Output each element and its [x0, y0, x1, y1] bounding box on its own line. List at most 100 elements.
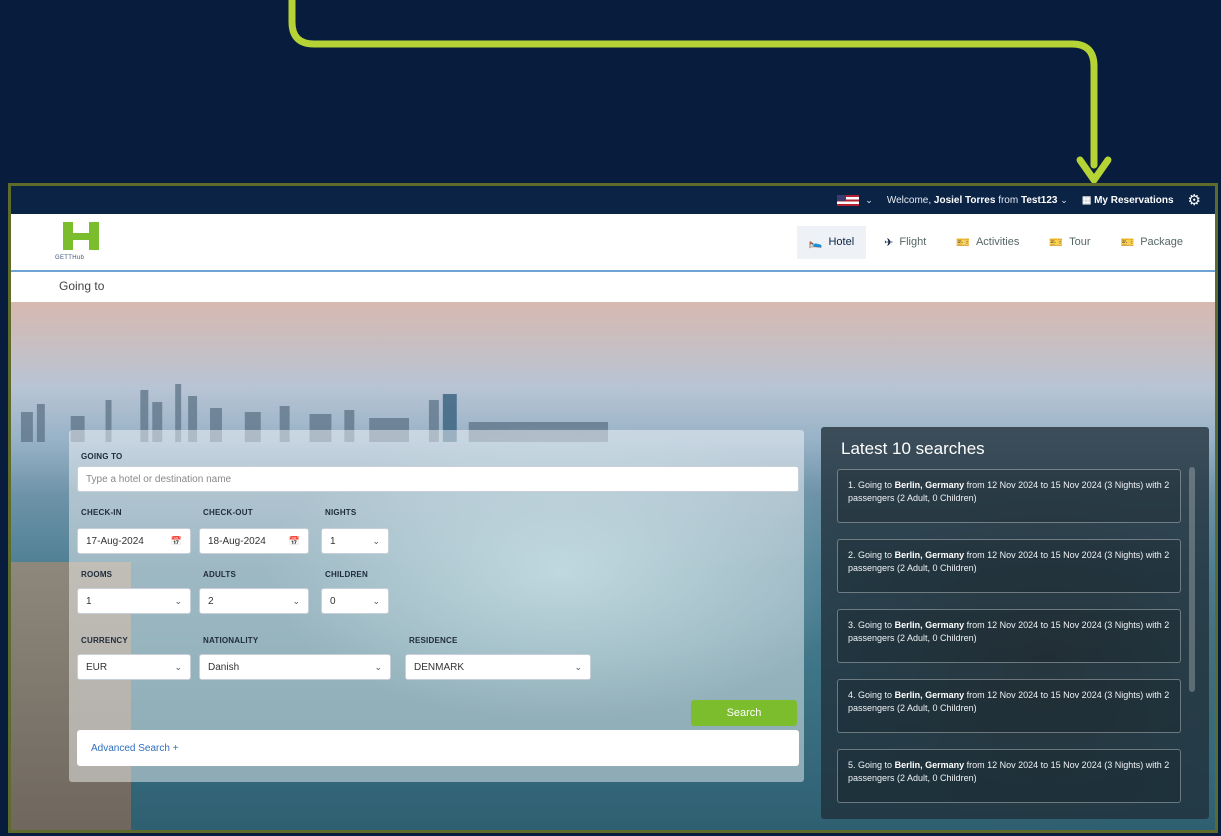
- chevron-down-icon: ⌄: [865, 194, 873, 205]
- site-logo[interactable]: GETTHub: [55, 218, 115, 266]
- item-number: 3.: [848, 620, 856, 630]
- latest-search-item[interactable]: 4. Going to Berlin, Germany from 12 Nov …: [837, 679, 1181, 733]
- advanced-search-link[interactable]: Advanced Search +: [77, 730, 799, 766]
- item-city: Berlin, Germany: [894, 760, 965, 770]
- nights-value: 1: [330, 535, 336, 547]
- item-number: 2.: [848, 550, 856, 560]
- annotation-arrow: [288, 0, 1112, 184]
- currency-select[interactable]: EUR ⌄: [77, 654, 191, 680]
- chevron-down-icon: ⌄: [372, 595, 380, 606]
- latest-search-item[interactable]: 2. Going to Berlin, Germany from 12 Nov …: [837, 539, 1181, 593]
- rooms-select[interactable]: 1 ⌄: [77, 588, 191, 614]
- destination-input[interactable]: Type a hotel or destination name: [77, 466, 799, 492]
- my-reservations-label: My Reservations: [1094, 194, 1174, 206]
- plane-icon: ✈: [884, 236, 894, 249]
- item-number: 5.: [848, 760, 856, 770]
- chevron-down-icon: ⌄: [372, 535, 380, 546]
- nights-select[interactable]: 1 ⌄: [321, 528, 389, 554]
- logo-text: GETTHub: [55, 255, 85, 261]
- nationality-value: Danish: [208, 661, 240, 673]
- item-prefix: Going to: [858, 690, 893, 700]
- item-city: Berlin, Germany: [894, 480, 965, 490]
- nationality-select[interactable]: Danish ⌄: [199, 654, 391, 680]
- search-button[interactable]: Search: [691, 700, 797, 726]
- nights-label: NIGHTS: [325, 508, 357, 517]
- going-to-label: GOING TO: [81, 452, 123, 461]
- chevron-down-icon: ⌄: [174, 661, 182, 672]
- item-prefix: Going to: [858, 480, 893, 490]
- chevron-down-icon: ⌄: [292, 595, 300, 606]
- ticket-icon: 🎫: [1049, 236, 1064, 249]
- tab-activities[interactable]: 🎫 Activities: [944, 226, 1031, 259]
- adults-label: ADULTS: [203, 570, 237, 579]
- adults-value: 2: [208, 595, 214, 607]
- chevron-down-icon: ⌄: [574, 661, 582, 672]
- latest-searches-panel: Latest 10 searches 1. Going to Berlin, G…: [821, 427, 1209, 819]
- company-name: Test123: [1020, 194, 1058, 206]
- adults-select[interactable]: 2 ⌄: [199, 588, 309, 614]
- tab-flight-label: Flight: [899, 236, 927, 248]
- item-prefix: Going to: [858, 620, 893, 630]
- item-city: Berlin, Germany: [894, 690, 965, 700]
- from-text: from: [998, 194, 1019, 206]
- chevron-down-icon: ⌄: [1060, 194, 1068, 205]
- tab-tour-label: Tour: [1069, 236, 1091, 248]
- main-navbar: GETTHub 🛌 Hotel ✈ Flight 🎫 Activities 🎫 …: [11, 214, 1215, 272]
- latest-search-item[interactable]: 1. Going to Berlin, Germany from 12 Nov …: [837, 469, 1181, 523]
- children-label: CHILDREN: [325, 570, 368, 579]
- checkout-label: CHECK-OUT: [203, 508, 253, 517]
- language-selector[interactable]: ⌄: [837, 194, 873, 206]
- residence-select[interactable]: DENMARK ⌄: [405, 654, 591, 680]
- tab-package[interactable]: 🎫 Package: [1108, 226, 1195, 259]
- browser-frame: ⌄ Welcome, Josiel Torres from Test123 ⌄ …: [8, 183, 1218, 833]
- hotel-search-form: GOING TO Type a hotel or destination nam…: [69, 430, 804, 782]
- checkin-date-field[interactable]: 17-Aug-2024 📅: [77, 528, 191, 554]
- item-prefix: Going to: [858, 550, 893, 560]
- tab-hotel-label: Hotel: [828, 236, 855, 248]
- bed-icon: 🛌: [808, 236, 823, 249]
- user-menu[interactable]: Welcome, Josiel Torres from Test123 ⌄: [887, 195, 1068, 206]
- item-number: 4.: [848, 690, 856, 700]
- checkout-date-field[interactable]: 18-Aug-2024 📅: [199, 528, 309, 554]
- latest-searches-title: Latest 10 searches: [841, 439, 985, 458]
- chevron-down-icon: ⌄: [174, 595, 182, 606]
- calendar-icon: 📅: [170, 535, 182, 546]
- tab-flight[interactable]: ✈ Flight: [872, 226, 938, 259]
- latest-searches-scrollbar[interactable]: [1189, 467, 1195, 692]
- list-icon: ▦: [1081, 194, 1092, 206]
- tab-tour[interactable]: 🎫 Tour: [1037, 226, 1102, 259]
- ticket-icon: 🎫: [1120, 236, 1135, 249]
- destination-placeholder: Type a hotel or destination name: [86, 473, 232, 485]
- children-value: 0: [330, 595, 336, 607]
- tab-package-label: Package: [1140, 236, 1183, 248]
- latest-search-item[interactable]: 5. Going to Berlin, Germany from 12 Nov …: [837, 749, 1181, 803]
- chevron-down-icon: ⌄: [374, 661, 382, 672]
- latest-search-item[interactable]: 3. Going to Berlin, Germany from 12 Nov …: [837, 609, 1181, 663]
- children-select[interactable]: 0 ⌄: [321, 588, 389, 614]
- tab-activities-label: Activities: [975, 236, 1020, 248]
- user-name: Josiel Torres: [933, 194, 996, 206]
- us-flag-icon: [837, 194, 860, 206]
- checkout-value: 18-Aug-2024: [208, 535, 266, 547]
- item-prefix: Going to: [858, 760, 893, 770]
- gear-icon[interactable]: ⚙: [1188, 191, 1201, 209]
- checkin-value: 17-Aug-2024: [86, 535, 144, 547]
- calendar-icon: 📅: [288, 535, 300, 546]
- residence-label: RESIDENCE: [409, 636, 458, 645]
- welcome-prefix: Welcome,: [886, 194, 932, 206]
- currency-label: CURRENCY: [81, 636, 128, 645]
- page-title: Going to: [11, 272, 1215, 302]
- my-reservations-link[interactable]: ▦ My Reservations: [1082, 195, 1174, 206]
- residence-value: DENMARK: [414, 661, 465, 673]
- hero-background: GOING TO Type a hotel or destination nam…: [11, 302, 1215, 830]
- tab-hotel[interactable]: 🛌 Hotel: [796, 225, 867, 259]
- ticket-icon: 🎫: [956, 236, 970, 249]
- top-bar: ⌄ Welcome, Josiel Torres from Test123 ⌄ …: [11, 186, 1215, 214]
- rooms-label: ROOMS: [81, 570, 113, 579]
- nationality-label: NATIONALITY: [203, 636, 259, 645]
- currency-value: EUR: [86, 661, 108, 673]
- item-city: Berlin, Germany: [894, 620, 965, 630]
- rooms-value: 1: [86, 595, 92, 607]
- item-number: 1.: [848, 480, 856, 490]
- checkin-label: CHECK-IN: [81, 508, 122, 517]
